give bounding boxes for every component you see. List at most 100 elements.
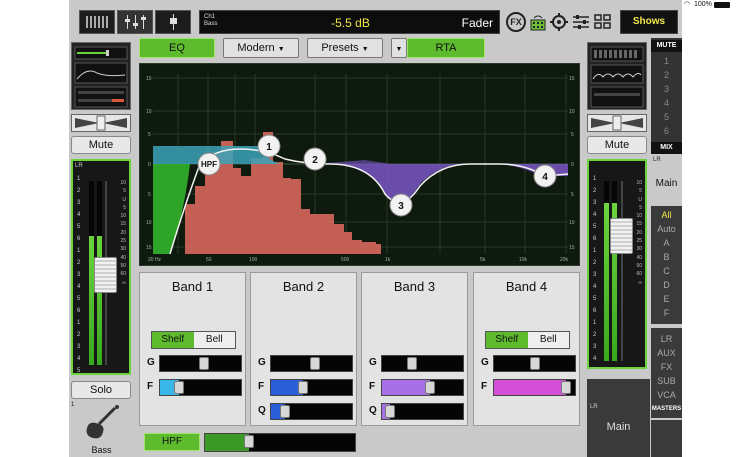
hpf-button[interactable]: HPF xyxy=(144,433,200,451)
filter-all[interactable]: All xyxy=(651,208,682,222)
band-2-node[interactable]: 2 xyxy=(303,147,327,171)
filter-b[interactable]: B xyxy=(651,250,682,264)
band-4-gain-slider[interactable] xyxy=(493,355,576,372)
svg-text:0: 0 xyxy=(148,162,151,168)
band-3-q-slider[interactable] xyxy=(381,403,464,420)
solo-button[interactable]: Solo xyxy=(71,381,131,399)
band-4-panel: Band 4 Shelf Bell G F xyxy=(473,272,580,426)
svg-text:15: 15 xyxy=(569,76,575,82)
mix-selector: MIX LR Main All Auto A B C D E F LR AUX … xyxy=(651,142,682,457)
svg-text:2: 2 xyxy=(312,155,318,166)
wifi-status-icon: ◠ xyxy=(684,1,691,8)
section-fx[interactable]: FX xyxy=(651,360,682,374)
hpf-node[interactable]: HPF xyxy=(197,152,221,176)
channel-fader-knob[interactable] xyxy=(94,257,117,293)
main-fader-track xyxy=(621,181,623,361)
mute-group-3[interactable]: 3 xyxy=(651,82,682,96)
slider-knob[interactable] xyxy=(174,381,184,394)
fx-icon[interactable]: FX xyxy=(506,12,526,32)
band-4-freq-slider[interactable] xyxy=(493,379,576,396)
mute-group-2[interactable]: 2 xyxy=(651,68,682,82)
main-channel-scale: 12345612345612345 xyxy=(593,176,597,374)
band-4-bell-option[interactable]: Bell xyxy=(528,332,570,348)
eq-type-dropdown[interactable]: Modern ▼ xyxy=(223,38,299,58)
main-fader-knob[interactable] xyxy=(610,218,633,254)
slider-knob[interactable] xyxy=(425,381,435,394)
channel-overview-thumbnail[interactable] xyxy=(71,42,131,110)
balance-control[interactable] xyxy=(587,114,647,132)
band-3-gain-slider[interactable] xyxy=(381,355,464,372)
band-4-shape-toggle[interactable]: Shelf Bell xyxy=(485,331,570,349)
eq-button[interactable]: EQ xyxy=(139,38,215,58)
rta-button[interactable]: RTA xyxy=(407,38,485,58)
channel-display: Ch1 Bass -5.5 dB Fader xyxy=(199,10,500,34)
section-aux[interactable]: AUX xyxy=(651,346,682,360)
gear-icon[interactable] xyxy=(550,12,568,32)
slider-knob[interactable] xyxy=(310,357,320,370)
dropdown-arrow-icon: ▼ xyxy=(277,46,285,53)
band-1-shape-toggle[interactable]: Shelf Bell xyxy=(151,331,236,349)
eq-graph-canvas: 15 10 5 0 5 10 15 15 10 5 0 5 10 15 20 H… xyxy=(146,74,575,263)
band-1-freq-slider[interactable] xyxy=(159,379,242,396)
slider-knob[interactable] xyxy=(385,405,395,418)
band-2-gain-label: G xyxy=(258,357,266,368)
main-overview-thumbnail[interactable] xyxy=(587,42,647,110)
hpf-slider-knob[interactable] xyxy=(244,435,254,448)
band-1-shelf-option[interactable]: Shelf xyxy=(152,332,194,348)
filter-f[interactable]: F xyxy=(651,306,682,320)
rta-dropdown-button[interactable]: ▼ xyxy=(391,38,407,58)
slider-knob[interactable] xyxy=(407,357,417,370)
filter-list: All Auto A B C D E F xyxy=(651,206,682,324)
band-1-node[interactable]: 1 xyxy=(257,134,281,158)
filter-c[interactable]: C xyxy=(651,264,682,278)
band-2-freq-slider[interactable] xyxy=(270,379,353,396)
masters-label[interactable]: MASTERS xyxy=(651,402,682,416)
band-2-gain-slider[interactable] xyxy=(270,355,353,372)
mute-button[interactable]: Mute xyxy=(71,136,131,154)
mute-group-1[interactable]: 1 xyxy=(651,54,682,68)
channel-overview-button[interactable] xyxy=(79,10,115,34)
mixer-view-button[interactable] xyxy=(117,10,153,34)
slider-knob[interactable] xyxy=(280,405,290,418)
svg-text:15: 15 xyxy=(146,76,152,82)
band-2-q-slider[interactable] xyxy=(270,403,353,420)
main-name-box[interactable]: LR Main xyxy=(587,379,650,457)
svg-text:5: 5 xyxy=(148,132,151,138)
eq-graph[interactable]: 15 10 5 0 5 10 15 15 10 5 0 5 10 15 20 H… xyxy=(139,63,580,266)
mute-groups: MUTE 1 2 3 4 5 6 xyxy=(651,38,682,142)
band-1-bell-option[interactable]: Bell xyxy=(194,332,236,348)
section-sub[interactable]: SUB xyxy=(651,374,682,388)
pan-control[interactable] xyxy=(71,114,131,132)
band-3-freq-slider[interactable] xyxy=(381,379,464,396)
hpf-slider[interactable] xyxy=(204,433,356,452)
filter-a[interactable]: A xyxy=(651,236,682,250)
mute-group-5[interactable]: 5 xyxy=(651,110,682,124)
grid-icon[interactable] xyxy=(594,13,612,31)
section-lr[interactable]: LR xyxy=(651,332,682,346)
band-3-node[interactable]: 3 xyxy=(389,193,413,217)
shows-button[interactable]: Shows xyxy=(620,10,678,34)
presets-dropdown[interactable]: Presets ▼ xyxy=(307,38,383,58)
slider-knob[interactable] xyxy=(561,381,571,394)
slider-knob[interactable] xyxy=(199,357,209,370)
filter-d[interactable]: D xyxy=(651,278,682,292)
band-4-title: Band 4 xyxy=(505,279,548,294)
band-1-panel: Band 1 Shelf Bell G F xyxy=(139,272,246,426)
single-fader-view-button[interactable] xyxy=(155,10,191,34)
band-4-node[interactable]: 4 xyxy=(533,164,557,188)
main-mute-button[interactable]: Mute xyxy=(587,136,647,154)
mute-group-6[interactable]: 6 xyxy=(651,124,682,138)
sliders-icon[interactable] xyxy=(572,12,590,32)
pan-icon xyxy=(75,115,127,131)
filter-e[interactable]: E xyxy=(651,292,682,306)
mute-group-4[interactable]: 4 xyxy=(651,96,682,110)
wifi-router-icon[interactable] xyxy=(529,12,547,32)
band-1-gain-slider[interactable] xyxy=(159,355,242,372)
band-4-shelf-option[interactable]: Shelf xyxy=(486,332,528,348)
mix-main-label[interactable]: Main xyxy=(651,178,682,189)
filter-auto[interactable]: Auto xyxy=(651,222,682,236)
balance-icon xyxy=(591,115,643,131)
section-vca[interactable]: VCA xyxy=(651,388,682,402)
slider-knob[interactable] xyxy=(530,357,540,370)
slider-knob[interactable] xyxy=(298,381,308,394)
